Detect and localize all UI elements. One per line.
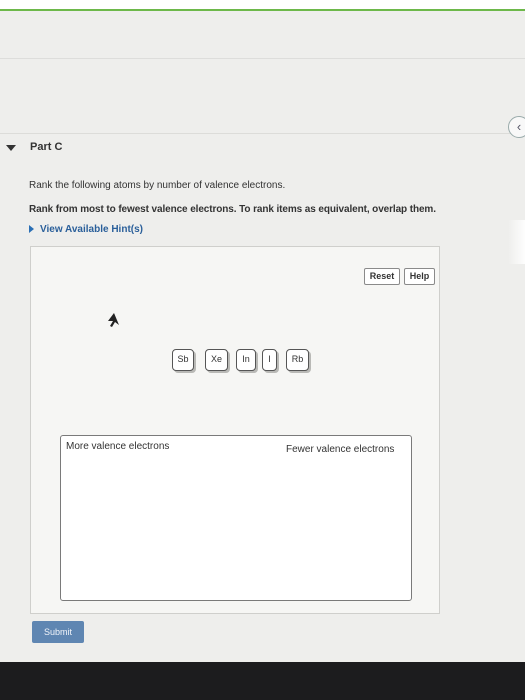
view-hints-link[interactable]: View Available Hint(s): [29, 222, 143, 236]
screen-glare: [508, 220, 525, 264]
atom-tile-rb[interactable]: Rb: [286, 349, 309, 371]
screen: ‹ Part C Rank the following atoms by num…: [0, 0, 525, 700]
hint-link-label: View Available Hint(s): [40, 223, 143, 235]
reset-button[interactable]: Reset: [364, 268, 400, 285]
caret-right-icon: [29, 225, 34, 233]
rank-label-fewer: Fewer valence electrons: [286, 444, 395, 455]
part-header[interactable]: Part C: [6, 139, 62, 155]
mouse-cursor-icon: [108, 313, 119, 327]
atom-tile-xe[interactable]: Xe: [205, 349, 228, 371]
atom-tile-in[interactable]: In: [236, 349, 256, 371]
progress-line: [0, 9, 525, 11]
rank-label-more: More valence electrons: [66, 441, 170, 452]
submit-button[interactable]: Submit: [32, 621, 84, 643]
atom-tile-i[interactable]: I: [262, 349, 277, 371]
question-instruction: Rank the following atoms by number of va…: [29, 180, 286, 191]
part-title: Part C: [30, 141, 63, 153]
atom-tile-sb[interactable]: Sb: [172, 349, 194, 371]
caret-down-icon: [6, 144, 16, 151]
divider: [0, 133, 525, 134]
divider: [0, 58, 525, 59]
chevron-left-icon[interactable]: ‹: [508, 116, 525, 138]
screen-bezel: [0, 662, 525, 700]
rank-instruction: Rank from most to fewest valence electro…: [29, 204, 436, 215]
help-button[interactable]: Help: [404, 268, 435, 285]
ranking-drop-zone[interactable]: [60, 435, 412, 601]
